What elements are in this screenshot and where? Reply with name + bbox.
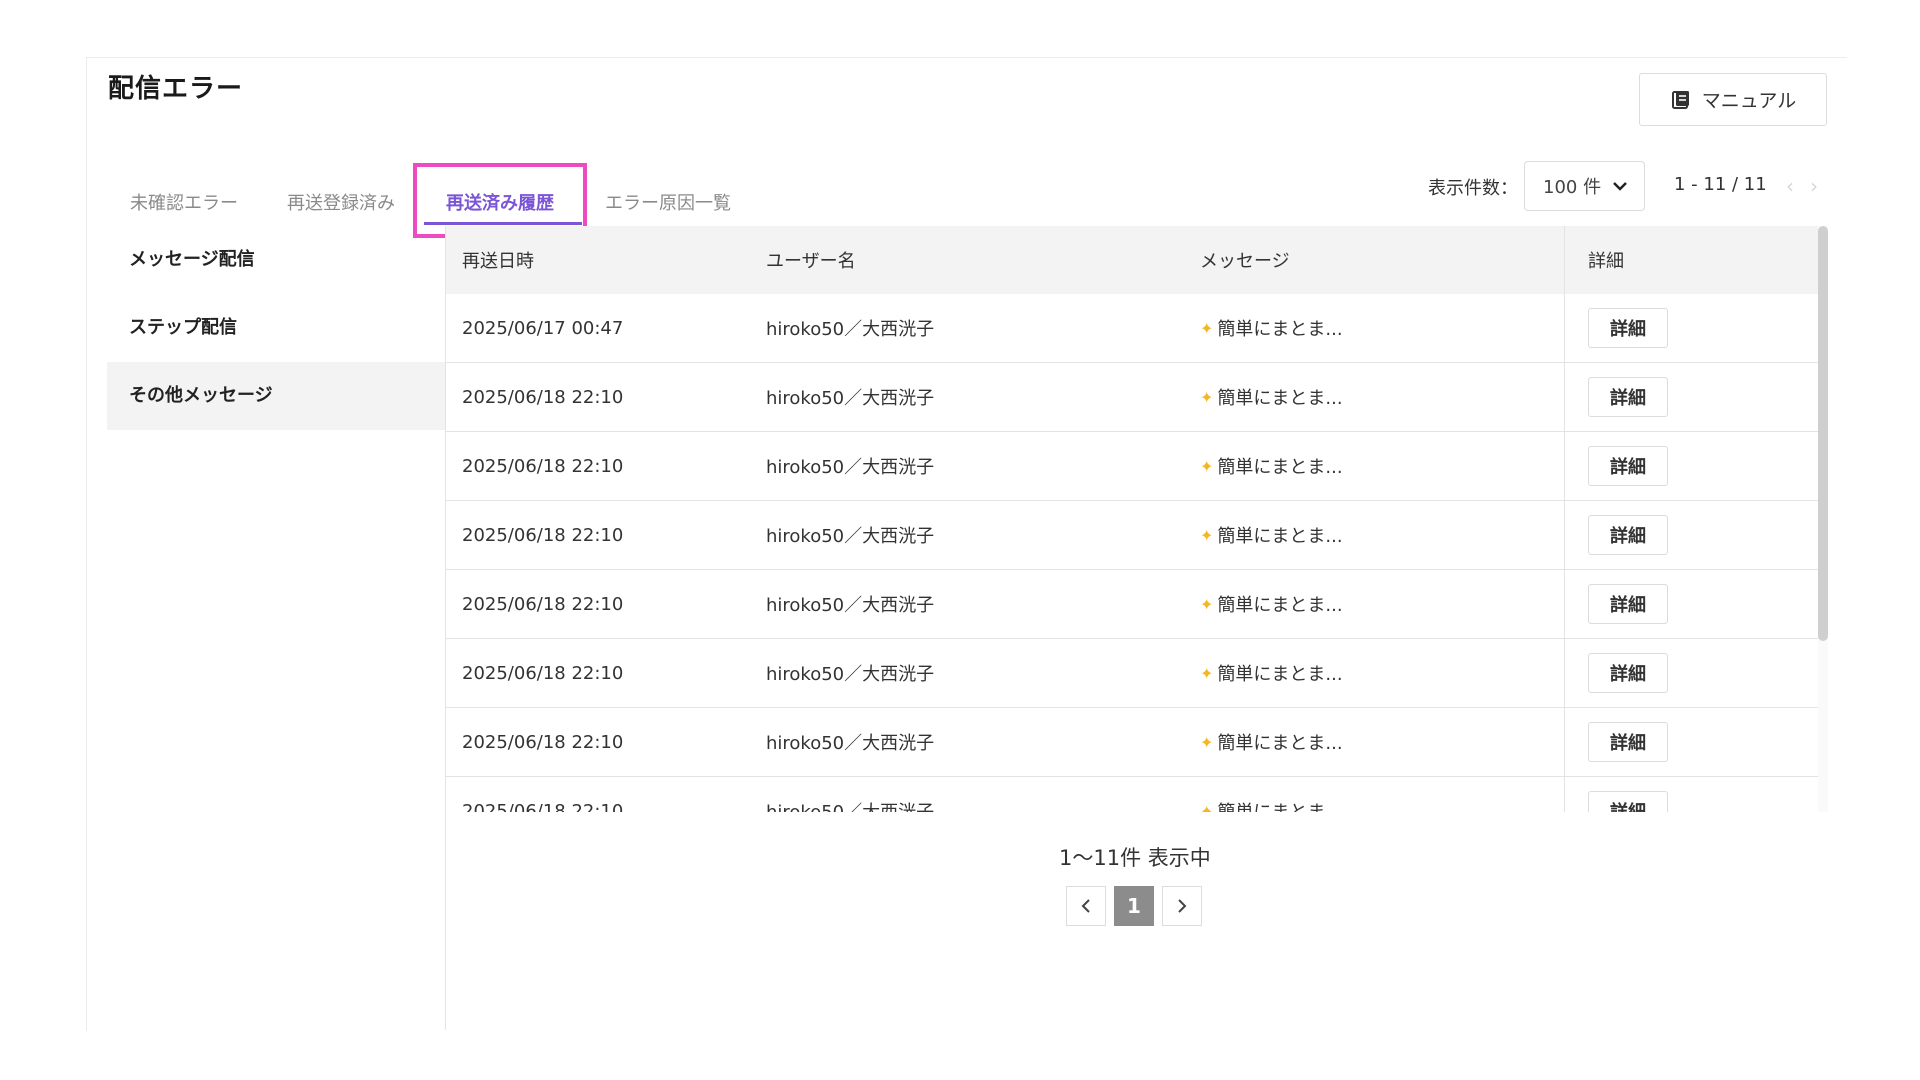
cell-resend-date: 2025/06/18 22:10 xyxy=(462,731,624,753)
chevron-down-icon xyxy=(1613,182,1627,191)
cell-resend-date: 2025/06/18 22:10 xyxy=(462,455,624,477)
header-resend-date: 再送日時 xyxy=(462,251,534,272)
sidebar: メッセージ配信 ステップ配信 その他メッセージ xyxy=(107,226,445,430)
sparkle-icon: ✦ xyxy=(1200,456,1214,476)
page-title: 配信エラー xyxy=(108,74,244,104)
table-row: 2025/06/18 22:10 hiroko50／大西洸子 ✦簡単にまとま... 詳… xyxy=(446,777,1818,812)
cell-username: hiroko50／大西洸子 xyxy=(766,733,935,754)
cell-username: hiroko50／大西洸子 xyxy=(766,457,935,478)
prev-page-arrow-icon[interactable]: ‹ xyxy=(1786,174,1794,198)
detail-button[interactable]: 詳細 xyxy=(1588,446,1668,486)
detail-button[interactable]: 詳細 xyxy=(1588,377,1668,417)
cell-message: ✦簡単にまとま... xyxy=(1200,315,1343,341)
cell-message: ✦簡単にまとま... xyxy=(1200,522,1343,548)
cell-message: ✦簡単にまとま... xyxy=(1200,453,1343,479)
tab-error-causes[interactable]: エラー原因一覧 xyxy=(605,189,731,215)
table-row: 2025/06/18 22:10 hiroko50／大西洸子 ✦簡単にまとま... 詳… xyxy=(446,639,1818,708)
message-text: 簡単にまとま... xyxy=(1217,388,1343,409)
table-header: 再送日時 ユーザー名 メッセージ 詳細 xyxy=(446,226,1818,294)
table-row: 2025/06/18 22:10 hiroko50／大西洸子 ✦簡単にまとま... 詳… xyxy=(446,708,1818,777)
next-page-button[interactable] xyxy=(1162,886,1202,926)
cell-username: hiroko50／大西洸子 xyxy=(766,388,935,409)
cell-resend-date: 2025/06/18 22:10 xyxy=(462,524,624,546)
tab-resend-registered[interactable]: 再送登録済み xyxy=(287,189,395,215)
sidebar-item-step-delivery[interactable]: ステップ配信 xyxy=(107,294,445,362)
next-page-arrow-icon[interactable]: › xyxy=(1810,174,1818,198)
column-divider xyxy=(1564,501,1565,569)
cell-username: hiroko50／大西洸子 xyxy=(766,798,934,812)
message-text: 簡単にまとま... xyxy=(1217,664,1343,685)
table-row: 2025/06/18 22:10 hiroko50／大西洸子 ✦簡単にまとま... 詳… xyxy=(446,570,1818,639)
header-message: メッセージ xyxy=(1200,251,1290,272)
message-text: 簡単にまとま... xyxy=(1217,733,1343,754)
sparkle-icon: ✦ xyxy=(1200,732,1214,752)
header-username: ユーザー名 xyxy=(766,251,856,272)
cell-username: hiroko50／大西洸子 xyxy=(766,526,935,547)
sparkle-icon: ✦ xyxy=(1200,318,1214,338)
tab-unconfirmed-errors[interactable]: 未確認エラー xyxy=(130,189,238,215)
range-text: 1 - 11 / 11 xyxy=(1674,174,1767,195)
cell-resend-date: 2025/06/18 22:10 xyxy=(462,662,624,684)
sparkle-icon: ✦ xyxy=(1200,663,1214,683)
per-page-value: 100 件 xyxy=(1543,177,1602,198)
message-text: 簡単にまとま... xyxy=(1217,319,1343,340)
message-text: 簡単にまとま... xyxy=(1217,798,1342,812)
cell-message: ✦簡単にまとま... xyxy=(1200,798,1343,813)
detail-button[interactable]: 詳細 xyxy=(1588,584,1668,624)
table-row: 2025/06/17 00:47 hiroko50／大西洸子 ✦ 簡単にまとま... 詳… xyxy=(446,294,1818,363)
table-scrollbar-thumb[interactable] xyxy=(1818,226,1828,641)
history-table: 再送日時 ユーザー名 メッセージ 詳細 2025/06/17 00:47 hiro… xyxy=(446,226,1818,812)
cell-resend-date: 2025/06/17 00:47 xyxy=(462,317,624,339)
sparkle-icon: ✦ xyxy=(1200,801,1214,813)
manual-label: マニュアル xyxy=(1701,90,1797,112)
message-text: 簡単にまとま... xyxy=(1217,457,1343,478)
table-row: 2025/06/18 22:10 hiroko50／大西洸子 ✦簡単にまとま... 詳… xyxy=(446,432,1818,501)
cell-username: hiroko50／大西洸子 xyxy=(766,319,935,340)
cell-message: ✦簡単にまとま... xyxy=(1200,729,1343,755)
cell-username: hiroko50／大西洸子 xyxy=(766,664,935,685)
table-row: 2025/06/18 22:10 hiroko50／大西洸子 ✦簡単にまとま... 詳… xyxy=(446,363,1818,432)
cell-resend-date: 2025/06/18 22:10 xyxy=(462,800,624,813)
column-divider xyxy=(1564,226,1565,294)
column-divider xyxy=(1564,639,1565,707)
header-detail: 詳細 xyxy=(1588,251,1624,272)
per-page-label: 表示件数： xyxy=(1428,178,1518,199)
column-divider xyxy=(1564,294,1565,362)
cell-resend-date: 2025/06/18 22:10 xyxy=(462,386,624,408)
column-divider xyxy=(1564,432,1565,500)
column-divider xyxy=(1564,363,1565,431)
book-icon xyxy=(1671,90,1689,109)
column-divider xyxy=(1564,708,1565,776)
column-divider xyxy=(1564,777,1565,812)
cell-message: ✦簡単にまとま... xyxy=(1200,591,1343,617)
pagination: 1 xyxy=(1066,886,1202,926)
detail-button[interactable]: 詳細 xyxy=(1588,515,1668,555)
cell-resend-date: 2025/06/18 22:10 xyxy=(462,593,624,615)
showing-count: 1～11件 表示中 xyxy=(1059,846,1211,870)
prev-page-button[interactable] xyxy=(1066,886,1106,926)
cell-message: ✦簡単にまとま... xyxy=(1200,384,1343,410)
detail-button[interactable]: 詳細 xyxy=(1588,722,1668,762)
table-row: 2025/06/18 22:10 hiroko50／大西洸子 ✦簡単にまとま... 詳… xyxy=(446,501,1818,570)
cell-message: ✦簡単にまとま... xyxy=(1200,660,1343,686)
detail-button[interactable]: 詳細 xyxy=(1588,791,1668,812)
cell-username: hiroko50／大西洸子 xyxy=(766,595,935,616)
column-divider xyxy=(1564,570,1565,638)
page-button-1[interactable]: 1 xyxy=(1114,886,1154,926)
sidebar-item-other-messages[interactable]: その他メッセージ xyxy=(107,362,445,430)
message-text: 簡単にまとま... xyxy=(1217,526,1343,547)
sparkle-icon: ✦ xyxy=(1200,387,1214,407)
manual-button[interactable]: マニュアル xyxy=(1639,73,1827,126)
chevron-right-icon xyxy=(1178,899,1187,913)
message-text: 簡単にまとま... xyxy=(1217,595,1343,616)
per-page-select[interactable]: 100 件 xyxy=(1524,161,1645,211)
sparkle-icon: ✦ xyxy=(1200,525,1214,545)
detail-button[interactable]: 詳細 xyxy=(1588,653,1668,693)
chevron-left-icon xyxy=(1081,899,1090,913)
detail-button[interactable]: 詳細 xyxy=(1588,308,1668,348)
sparkle-icon: ✦ xyxy=(1200,594,1214,614)
sidebar-item-message-delivery[interactable]: メッセージ配信 xyxy=(107,226,445,294)
